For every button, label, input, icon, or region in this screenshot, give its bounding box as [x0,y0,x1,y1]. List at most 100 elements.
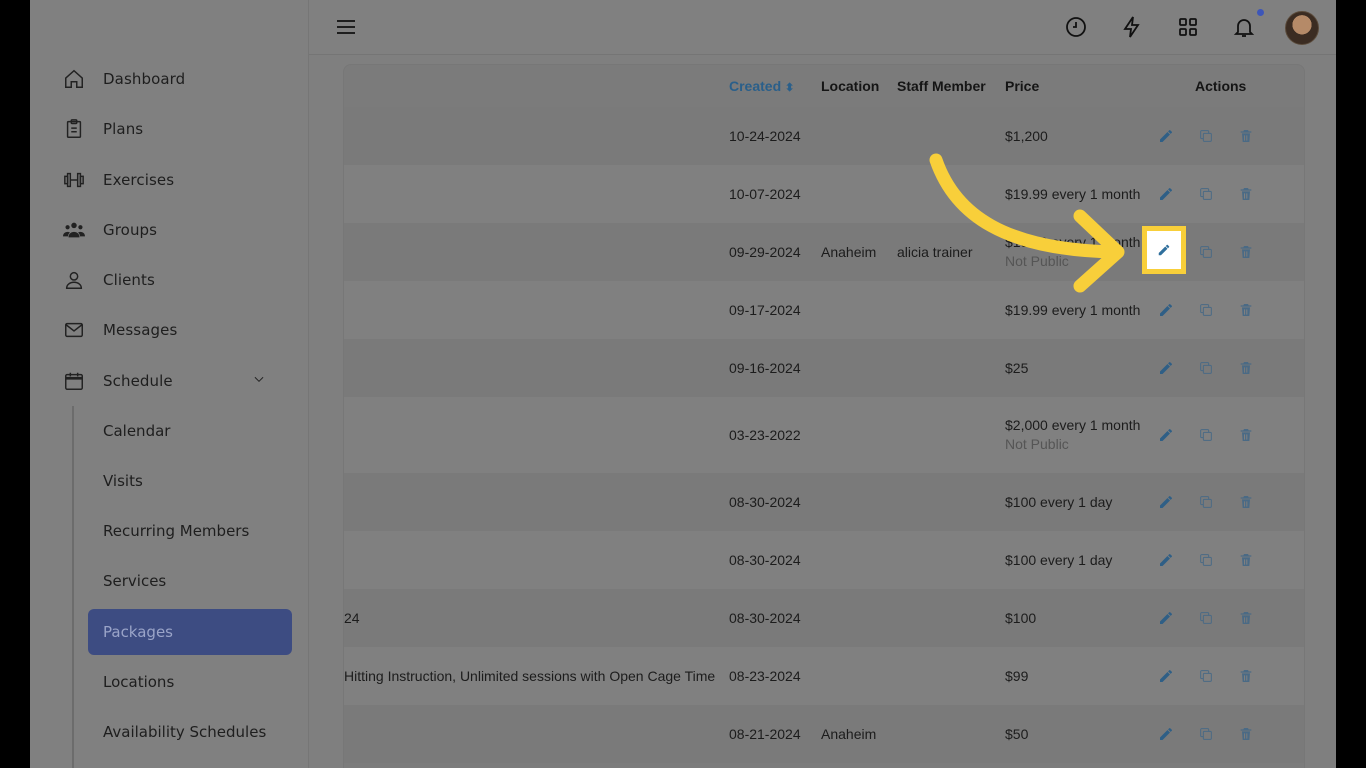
chevron-down-icon[interactable] [252,372,266,390]
pencil-icon [1160,670,1172,682]
copy-icon [1200,496,1212,508]
bell-icon[interactable] [1231,14,1257,40]
edit-button[interactable] [1158,128,1176,146]
edit-button[interactable] [1158,552,1176,570]
table-row[interactable]: 10-24-2024 $1,200 [344,107,1304,165]
sidebar-subitem-services[interactable]: Services [103,566,166,596]
edit-button[interactable] [1158,360,1176,378]
duplicate-button[interactable] [1198,610,1216,628]
delete-button[interactable] [1238,726,1256,744]
price-value: $100 [1005,610,1037,626]
delete-button[interactable] [1238,128,1256,146]
pencil-icon [1158,244,1170,256]
avatar[interactable] [1285,11,1319,45]
sidebar-item-plans[interactable]: Plans [62,109,302,149]
clock-icon[interactable] [1063,14,1089,40]
grid-icon[interactable] [1175,14,1201,40]
sidebar-item-exercises[interactable]: Exercises [62,160,302,200]
user-icon [62,268,86,292]
trash-icon [1240,496,1252,508]
table-row[interactable]: Hitting Instruction, Unlimited sessions … [344,647,1304,705]
edit-button[interactable] [1158,726,1176,744]
edit-button[interactable] [1158,186,1176,204]
pencil-icon [1160,612,1172,624]
created-date: 10-07-2024 [729,186,801,202]
edit-button[interactable] [1158,668,1176,686]
price-value: $19.99 every 1 month [1005,234,1141,250]
sidebar-subitem-locations[interactable]: Locations [103,667,174,697]
delete-button[interactable] [1238,610,1256,628]
delete-button[interactable] [1238,186,1256,204]
visibility-status: Not Public [1005,253,1069,269]
created-date: 08-21-2024 [729,726,801,742]
trash-icon [1240,670,1252,682]
sidebar-item-clients[interactable]: Clients [62,260,302,300]
copy-icon [1200,188,1212,200]
table-row[interactable]: 08-21-2024 Anaheim $50 [344,705,1304,763]
sidebar-subitem-visits[interactable]: Visits [103,466,143,496]
duplicate-button[interactable] [1198,668,1216,686]
duplicate-button[interactable] [1198,494,1216,512]
column-created[interactable]: Created ⬍ [729,78,794,94]
table-row[interactable]: 08-30-2024 $100 every 1 day [344,531,1304,589]
sidebar-item-groups[interactable]: Groups [62,210,302,250]
table-row[interactable]: 09-17-2024 $19.99 every 1 month [344,281,1304,339]
delete-button[interactable] [1238,302,1256,320]
sidebar: Dashboard Plans Exercises Groups Clients… [30,0,309,768]
created-date: 08-23-2024 [729,668,801,684]
sidebar-item-messages[interactable]: Messages [62,310,302,350]
price: $19.99 every 1 month Not Public [1005,234,1140,269]
delete-button[interactable] [1238,427,1256,445]
sidebar-item-label: Groups [103,221,158,239]
price-value: $2,000 every 1 month [1005,417,1141,433]
sidebar-subitem-packages[interactable]: Packages [88,609,292,655]
duplicate-button[interactable] [1198,186,1216,204]
menu-icon[interactable] [333,14,359,40]
calendar-icon [62,369,86,393]
table-row[interactable]: 10-07-2024 $19.99 every 1 month [344,165,1304,223]
duplicate-button[interactable] [1198,427,1216,445]
pencil-icon [1160,728,1172,740]
duplicate-button[interactable] [1198,360,1216,378]
delete-button[interactable] [1238,668,1256,686]
price: $99 [1005,668,1028,684]
duplicate-button[interactable] [1198,128,1216,146]
delete-button[interactable] [1238,552,1256,570]
pencil-icon [1160,362,1172,374]
price: $19.99 every 1 month [1005,302,1140,318]
clipboard-icon [62,117,86,141]
edit-button[interactable] [1158,610,1176,628]
edit-button[interactable] [1158,427,1176,445]
table-header: Created ⬍ Location Staff Member Price Ac… [344,65,1304,107]
duplicate-button[interactable] [1198,726,1216,744]
edit-button[interactable] [1158,302,1176,320]
delete-button[interactable] [1238,244,1256,262]
column-staff-member: Staff Member [897,78,986,94]
table-row[interactable]: 08-30-2024 $100 every 1 day [344,473,1304,531]
price-value: $25 [1005,360,1029,376]
sidebar-subitem-calendar[interactable]: Calendar [103,416,170,446]
pencil-icon [1160,130,1172,142]
highlighted-edit-button[interactable] [1142,226,1186,274]
sidebar-subitem-recurring-members[interactable]: Recurring Members [103,516,249,546]
duplicate-button[interactable] [1198,244,1216,262]
table-row[interactable]: 09-16-2024 $25 [344,339,1304,397]
duplicate-button[interactable] [1198,302,1216,320]
table-row[interactable]: 24 08-30-2024 $100 [344,589,1304,647]
sidebar-item-schedule[interactable]: Schedule [62,361,302,401]
sidebar-item-dashboard[interactable]: Dashboard [62,59,302,99]
created-date: 08-30-2024 [729,552,801,568]
delete-button[interactable] [1238,360,1256,378]
price: $2,000 every 1 month Not Public [1005,417,1140,452]
lightning-icon[interactable] [1119,14,1145,40]
packages-table: Created ⬍ Location Staff Member Price Ac… [343,64,1305,768]
edit-button[interactable] [1158,494,1176,512]
sidebar-subitem-availability-schedules[interactable]: Availability Schedules [103,717,266,747]
sidebar-item-label: Plans [103,120,144,138]
delete-button[interactable] [1238,494,1256,512]
copy-icon [1200,728,1212,740]
created-date: 03-23-2022 [729,427,801,443]
submenu-rail [72,406,74,768]
duplicate-button[interactable] [1198,552,1216,570]
table-row[interactable]: 03-23-2022 $2,000 every 1 month Not Public [344,397,1304,473]
